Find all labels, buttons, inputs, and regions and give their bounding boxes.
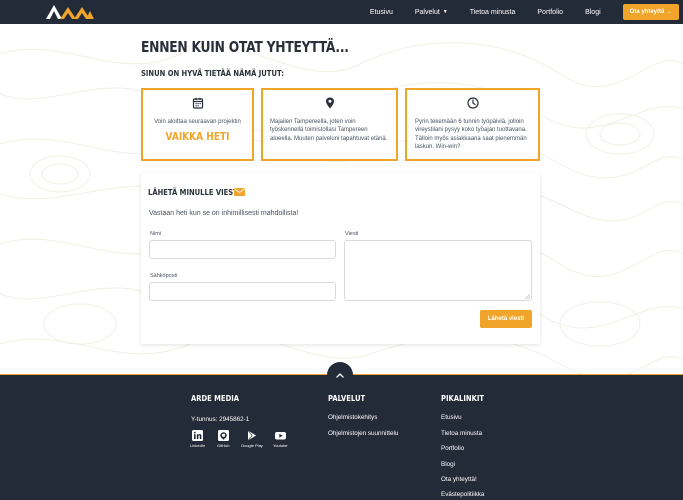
social-label: LinkedIn (190, 443, 206, 448)
footer-quicklink[interactable]: Etusivu (441, 414, 462, 421)
footer-service-link[interactable]: Ohjelmistokehitys (328, 414, 377, 421)
social-google-play[interactable]: Google Play (241, 430, 263, 448)
info-card-workday: Pyrin tekemään 6 tunnin työpäiviä, jollo… (405, 88, 540, 161)
social-label: Youtube (273, 443, 288, 448)
info-card-availability: Voin aloittaa seuraavan projektin VAIKKA… (141, 88, 254, 161)
contact-form: LÄHETÄ MINULLE VIESTI Vastaan heti kun s… (141, 173, 540, 344)
envelope-icon (234, 188, 245, 196)
map-pin-icon (325, 97, 334, 109)
business-id: Y-tunnus: 2945862-1 (191, 416, 250, 423)
footer-quicklink[interactable]: Evästepolitiikka (441, 491, 484, 498)
footer-quicklink[interactable]: Tietoa minusta (441, 430, 482, 437)
nav-link-tietoa-minusta[interactable]: Tietoa minusta (470, 9, 516, 16)
linkedin-icon (192, 430, 204, 441)
scroll-top-button[interactable] (327, 362, 353, 388)
clock-icon (466, 97, 479, 109)
message-textarea[interactable] (344, 240, 532, 301)
message-label: Viesti (345, 231, 359, 237)
email-input[interactable] (149, 282, 336, 301)
youtube-icon (274, 432, 286, 440)
nav-link-portfolio[interactable]: Portfolio (537, 9, 563, 16)
card-text: Pyrin tekemään 6 tunnin työpäiviä, jollo… (415, 119, 527, 151)
name-label: Nimi (150, 231, 161, 237)
form-subtitle: Vastaan heti kun se on inhimillisesti ma… (149, 210, 299, 217)
footer-quicklink[interactable]: Portfolio (441, 445, 464, 452)
github-icon (217, 430, 229, 441)
social-github[interactable]: GitHub (217, 430, 229, 448)
card-text: Majailen Tampereella, joten voin työsken… (270, 119, 388, 142)
card-highlight: VAIKKA HETI (165, 130, 230, 143)
info-card-location: Majailen Tampereella, joten voin työsken… (261, 88, 398, 161)
footer-company-heading: ARDE MEDIA (191, 394, 240, 403)
social-linkedin[interactable]: LinkedIn (190, 430, 205, 448)
send-message-button[interactable]: Lähetä viesti (480, 310, 532, 328)
email-label: Sähköposti (150, 273, 178, 279)
logo[interactable] (46, 5, 94, 19)
section-subtitle: SINUN ON HYVÄ TIETÄÄ NÄMÄ JUTUT: (141, 69, 284, 78)
chevron-up-icon (336, 373, 344, 378)
social-label: Google Play (241, 443, 263, 448)
footer-quicklinks-heading: PIKALINKIT (441, 394, 485, 403)
resize-handle-icon[interactable] (525, 294, 530, 299)
navbar: Etusivu Palvelut ▼ Tietoa minusta Portfol… (0, 0, 683, 24)
form-title: LÄHETÄ MINULLE VIESTI (148, 188, 241, 197)
card-text: Voin aloittaa seuraavan projektin (154, 119, 241, 125)
page-title: ENNEN KUIN OTAT YHTEYTTÄ... (141, 38, 349, 56)
name-input[interactable] (149, 240, 336, 259)
calendar-icon (192, 97, 203, 109)
social-youtube[interactable]: Youtube (273, 430, 288, 448)
google-play-icon (248, 430, 257, 441)
nav-link-palvelut[interactable]: Palvelut ▼ (415, 9, 448, 16)
footer-services-heading: PALVELUT (328, 394, 366, 403)
footer: ARDE MEDIA Y-tunnus: 2945862-1 LinkedIn … (0, 362, 683, 500)
footer-service-link[interactable]: Ohjelmistojen suunnittelu (328, 430, 398, 437)
contact-cta-button[interactable]: Ota yhteyttä → (622, 4, 679, 20)
footer-quicklink[interactable]: Ota yhteyttä! (441, 476, 477, 483)
footer-quicklink[interactable]: Blogi (441, 461, 455, 468)
nav-link-blogi[interactable]: Blogi (585, 9, 601, 16)
nav-link-etusivu[interactable]: Etusivu (370, 9, 393, 16)
caret-down-icon: ▼ (442, 9, 448, 15)
social-label: GitHub (217, 443, 230, 448)
